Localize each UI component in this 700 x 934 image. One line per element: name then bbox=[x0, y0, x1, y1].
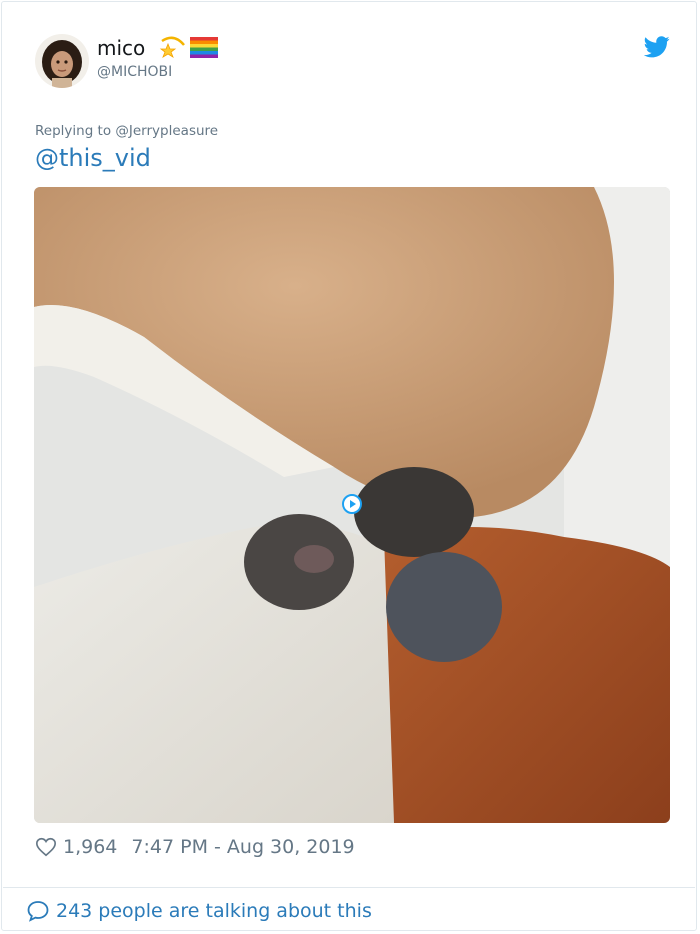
tweet-meta: 1,964 7:47 PM - Aug 30, 2019 bbox=[35, 836, 355, 858]
heart-icon[interactable] bbox=[35, 836, 57, 858]
speech-bubble-icon bbox=[26, 899, 50, 923]
user-handle[interactable]: @MICHOBI bbox=[97, 64, 172, 80]
rainbow-flag-icon bbox=[189, 35, 219, 59]
display-name[interactable]: mico bbox=[97, 36, 145, 60]
like-count[interactable]: 1,964 bbox=[63, 836, 117, 858]
tweet-text-mention[interactable]: @this_vid bbox=[35, 144, 151, 172]
replying-to[interactable]: Replying to @Jerrypleasure bbox=[35, 123, 218, 139]
tweet-video[interactable] bbox=[34, 187, 670, 823]
tweet-card[interactable]: mico @MICHOBI Replying to @Jerrypleasure… bbox=[1, 1, 697, 931]
twitter-bird-icon[interactable] bbox=[643, 36, 670, 58]
play-circle-icon[interactable] bbox=[342, 494, 362, 514]
avatar[interactable] bbox=[35, 34, 89, 88]
timestamp[interactable]: 7:47 PM - Aug 30, 2019 bbox=[131, 836, 354, 858]
talking-count[interactable]: 243 people are talking about this bbox=[56, 900, 372, 922]
conversation-link[interactable]: 243 people are talking about this bbox=[26, 899, 372, 923]
dizzy-star-icon bbox=[158, 35, 188, 59]
divider bbox=[3, 887, 695, 888]
